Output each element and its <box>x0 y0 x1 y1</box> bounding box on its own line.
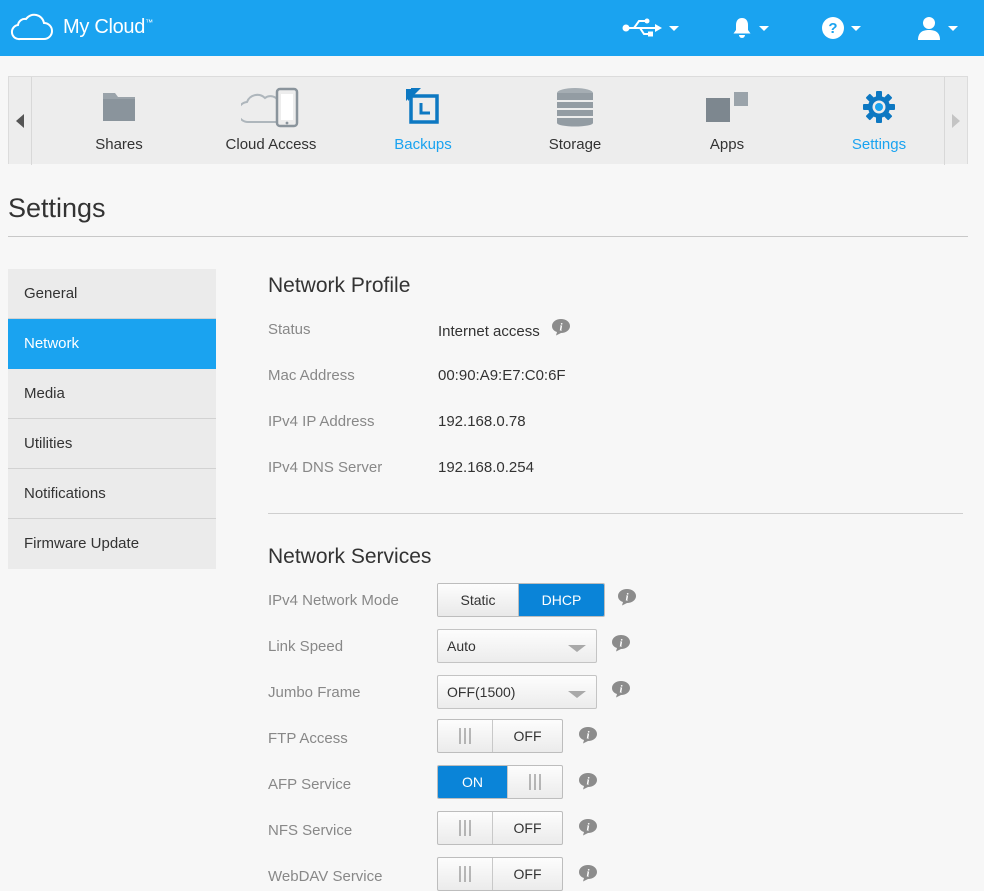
chevron-down-icon <box>759 25 769 31</box>
sidebar-item-notifications[interactable]: Notifications <box>8 469 216 519</box>
afp-service-toggle[interactable]: ON <box>437 765 563 799</box>
toggle-grip-icon <box>438 812 493 844</box>
info-icon[interactable]: i <box>551 318 571 336</box>
chevron-down-icon <box>948 25 958 31</box>
static-button[interactable]: Static <box>438 584 519 616</box>
app-title: My Cloud™ <box>63 15 153 38</box>
info-icon[interactable]: i <box>617 588 637 606</box>
bell-icon <box>733 18 751 38</box>
sidebar-item-utilities[interactable]: Utilities <box>8 419 216 469</box>
ipv4-mode-selector: Static DHCP <box>437 583 605 617</box>
nav-label: Shares <box>95 136 143 153</box>
usb-icon <box>622 18 662 37</box>
gear-icon <box>863 91 895 123</box>
toggle-state: OFF <box>513 728 542 744</box>
info-icon[interactable]: i <box>611 634 631 652</box>
apps-icon <box>706 92 748 122</box>
nav-item-cloud-access[interactable]: Cloud Access <box>195 77 347 165</box>
help-menu[interactable]: ? <box>822 14 861 42</box>
nav-item-shares[interactable]: Shares <box>43 77 195 165</box>
app-logo[interactable]: My Cloud™ <box>10 13 153 41</box>
nav-item-storage[interactable]: Storage <box>499 77 651 165</box>
webdav-service-label: WebDAV Service <box>268 868 383 885</box>
jumbo-frame-label: Jumbo Frame <box>268 684 361 701</box>
user-menu[interactable] <box>917 14 958 42</box>
ipv4-mode-label: IPv4 Network Mode <box>268 592 399 609</box>
chevron-down-icon <box>568 691 586 698</box>
ipv4-dns-label: IPv4 DNS Server <box>268 459 383 476</box>
help-icon: ? <box>822 17 844 39</box>
user-icon <box>918 17 940 40</box>
dhcp-button[interactable]: DHCP <box>519 584 604 616</box>
jumbo-frame-value: OFF(1500) <box>447 684 516 700</box>
top-bar: My Cloud™ ? <box>0 0 984 56</box>
folder-icon <box>103 93 135 121</box>
toggle-grip-icon <box>438 858 493 890</box>
jumbo-frame-select[interactable]: OFF(1500) <box>437 675 597 709</box>
toggle-grip-icon <box>438 720 493 752</box>
nav-label: Cloud Access <box>225 136 317 153</box>
info-icon[interactable]: i <box>578 772 598 790</box>
nfs-service-label: NFS Service <box>268 822 353 839</box>
link-speed-label: Link Speed <box>268 638 344 655</box>
chevron-down-icon <box>568 645 586 652</box>
chevron-left-icon <box>16 114 24 128</box>
link-speed-select[interactable]: Auto <box>437 629 597 663</box>
database-icon <box>557 88 593 127</box>
network-services-title: Network Services <box>268 545 432 568</box>
status-value: Internet access <box>438 323 540 340</box>
settings-sidebar: General Network Media Utilities Notifica… <box>8 269 216 569</box>
svg-text:?: ? <box>828 20 837 37</box>
network-profile-title: Network Profile <box>268 274 411 297</box>
chevron-right-icon <box>952 114 960 128</box>
webdav-service-toggle[interactable]: OFF <box>437 857 563 891</box>
nfs-service-toggle[interactable]: OFF <box>437 811 563 845</box>
nav-item-settings[interactable]: Settings <box>803 77 955 165</box>
page-title: Settings <box>8 193 106 223</box>
toggle-state: ON <box>438 766 507 798</box>
toggle-state: OFF <box>513 820 542 836</box>
nav-next-button[interactable] <box>944 77 967 165</box>
mac-address-label: Mac Address <box>268 367 355 384</box>
nav-label: Storage <box>548 136 602 153</box>
ftp-access-toggle[interactable]: OFF <box>437 719 563 753</box>
section-divider <box>268 513 963 514</box>
ipv4-dns-value: 192.168.0.254 <box>438 459 534 476</box>
afp-service-label: AFP Service <box>268 776 352 793</box>
nav-label: Settings <box>851 136 907 153</box>
mac-address-value: 00:90:A9:E7:C0:6F <box>438 367 566 384</box>
nav-label: Backups <box>394 136 452 153</box>
ipv4-address-label: IPv4 IP Address <box>268 413 375 430</box>
info-icon[interactable]: i <box>578 864 598 882</box>
usb-menu[interactable] <box>622 14 679 42</box>
link-speed-value: Auto <box>447 638 476 654</box>
nav-label: Apps <box>709 136 745 153</box>
toggle-grip-icon <box>507 766 562 798</box>
cloud-phone-icon <box>241 87 299 128</box>
info-icon[interactable]: i <box>578 726 598 744</box>
notifications-menu[interactable] <box>732 14 769 42</box>
info-icon[interactable]: i <box>578 818 598 836</box>
sidebar-item-firmware-update[interactable]: Firmware Update <box>8 519 216 569</box>
chevron-down-icon <box>669 25 679 31</box>
backup-icon <box>405 88 439 124</box>
title-divider <box>8 236 968 237</box>
sidebar-item-media[interactable]: Media <box>8 369 216 419</box>
status-label: Status <box>268 321 311 338</box>
nav-item-apps[interactable]: Apps <box>651 77 803 165</box>
nav-prev-button[interactable] <box>9 77 32 165</box>
ipv4-address-value: 192.168.0.78 <box>438 413 526 430</box>
sidebar-item-general[interactable]: General <box>8 269 216 319</box>
chevron-down-icon <box>851 25 861 31</box>
cloud-logo-icon <box>10 13 53 41</box>
sidebar-item-network[interactable]: Network <box>8 319 216 369</box>
ftp-access-label: FTP Access <box>268 730 348 747</box>
info-icon[interactable]: i <box>611 680 631 698</box>
toggle-state: OFF <box>513 866 542 882</box>
main-nav: Shares Cloud Access Backups Storage Apps… <box>8 76 968 165</box>
nav-item-backups[interactable]: Backups <box>347 77 499 165</box>
